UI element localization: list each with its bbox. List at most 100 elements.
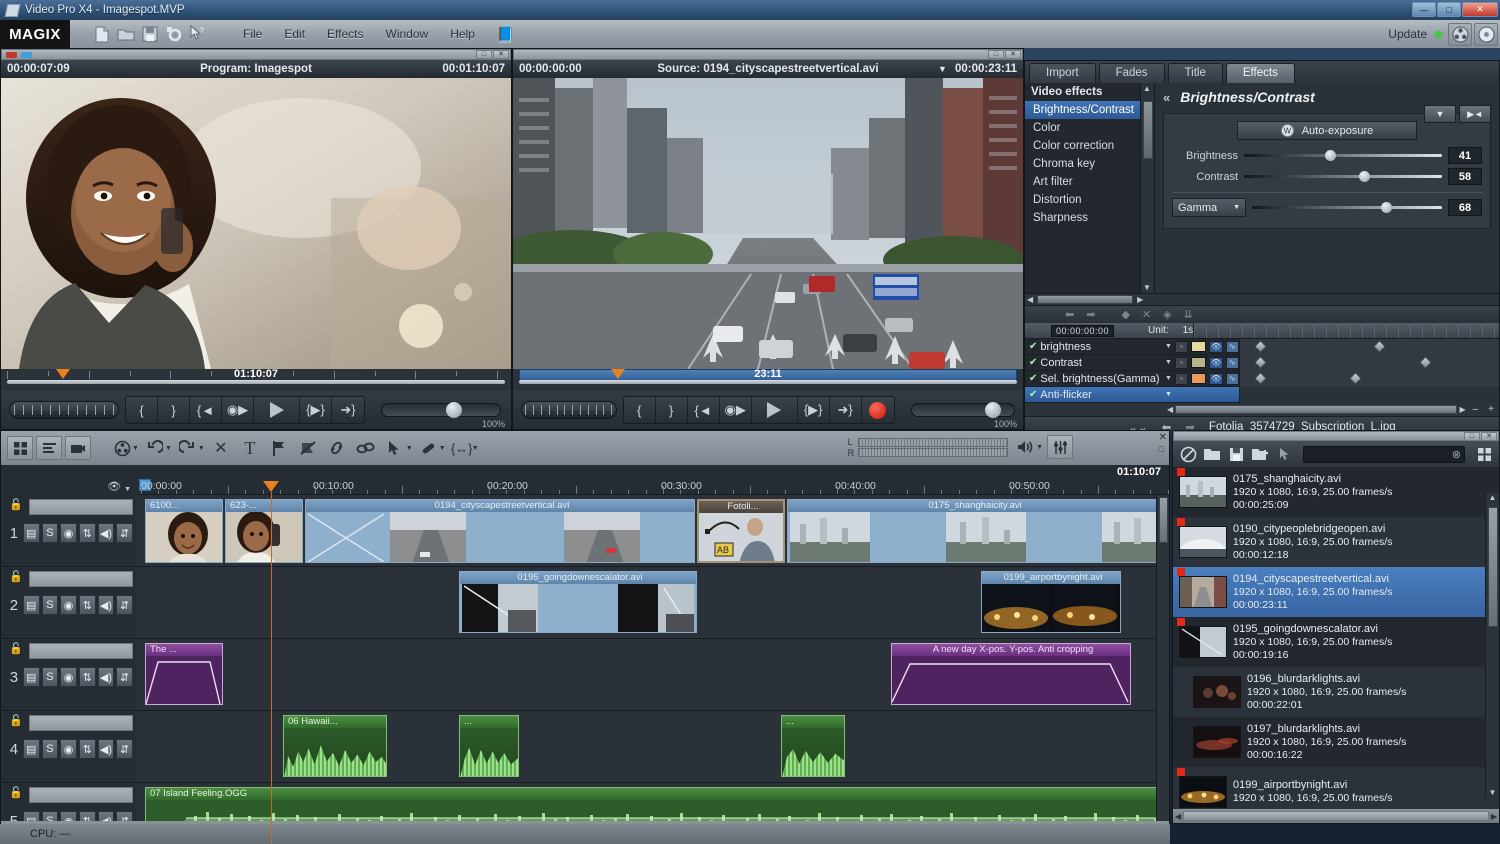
source-to-out-button[interactable]: {▶} bbox=[798, 397, 830, 423]
scene-overview-icon[interactable] bbox=[36, 436, 62, 460]
menu-item-file[interactable]: File bbox=[232, 27, 273, 41]
keyframe-lane-contrast[interactable] bbox=[1239, 355, 1499, 371]
gamma-slider[interactable] bbox=[1252, 206, 1442, 209]
timeline-vscroll-thumb[interactable] bbox=[1159, 497, 1168, 543]
keyframe-keyframe-toggle[interactable]: ▫ bbox=[1175, 357, 1188, 369]
mute-button[interactable]: ▤ bbox=[23, 667, 40, 687]
timeline-track-4[interactable]: 06 Hawaii... ... ... bbox=[137, 711, 1169, 783]
media-item-0[interactable]: 0175_shanghaicity.avi 1920 x 1080, 16:9,… bbox=[1173, 467, 1499, 517]
track-preview-dropdown-icon[interactable]: ▼ bbox=[124, 486, 131, 493]
folder-icon[interactable] bbox=[1202, 444, 1222, 464]
manual-icon[interactable]: 📘 bbox=[486, 26, 525, 43]
source-monitor-caption[interactable]: □ ✕ bbox=[513, 49, 1023, 60]
program-volume-slider[interactable] bbox=[381, 403, 501, 417]
brightness-slider-knob[interactable] bbox=[1325, 150, 1336, 161]
keyframe-zoom-in-icon[interactable]: + bbox=[1483, 404, 1499, 415]
source-monitor-close[interactable]: ✕ bbox=[1005, 50, 1021, 59]
media-item-5[interactable]: 0197_blurdarklights.avi 1920 x 1080, 16:… bbox=[1173, 717, 1499, 767]
link-icon[interactable] bbox=[324, 436, 350, 460]
keyframe-color-swatch[interactable] bbox=[1191, 341, 1206, 352]
timeline-clip[interactable]: ... bbox=[459, 715, 519, 777]
pool-scroll-up-icon[interactable]: ▲ bbox=[1486, 493, 1499, 502]
video-effects-list-header[interactable]: Video effects ▼ bbox=[1025, 83, 1154, 101]
effect-item-distortion[interactable]: Distortion bbox=[1025, 191, 1154, 209]
keyframe-scroll-thumb[interactable] bbox=[1175, 405, 1457, 414]
track-header-1[interactable]: 🔓 1 ▤ S ◉ ⇅ ◀) ⇵ bbox=[1, 495, 137, 567]
program-monitor-maximize[interactable]: □ bbox=[476, 50, 492, 59]
hscroll-left-icon[interactable]: ◀ bbox=[1025, 295, 1035, 304]
level-button[interactable]: ⇵ bbox=[116, 595, 133, 615]
checkbox-checked-icon[interactable]: ✔ bbox=[1029, 389, 1037, 400]
unlink-icon[interactable] bbox=[353, 436, 379, 460]
timeline-clip[interactable]: 623-... bbox=[225, 499, 303, 563]
pool-scroll-down-icon[interactable]: ▼ bbox=[1486, 788, 1499, 797]
preview-button[interactable]: ◉ bbox=[60, 667, 77, 687]
lock-icon[interactable]: 🔓 bbox=[9, 642, 23, 655]
new-file-icon[interactable] bbox=[92, 24, 112, 44]
source-zoom-label[interactable]: 100% bbox=[994, 419, 1017, 429]
source-in-point-button[interactable]: { bbox=[624, 397, 656, 423]
no-import-icon[interactable] bbox=[1178, 444, 1198, 464]
chevron-down-icon[interactable]: ▼ bbox=[1165, 343, 1172, 350]
tab-title[interactable]: Title bbox=[1168, 63, 1223, 83]
timeline-close-icon[interactable]: ✕ bbox=[1159, 432, 1167, 443]
timeline-clip[interactable]: 0175_shanghaicity.avi bbox=[787, 499, 1159, 563]
gamma-dropdown[interactable]: Gamma ▼ bbox=[1172, 198, 1246, 217]
curve-icon[interactable]: ∿ bbox=[1226, 341, 1239, 353]
mute-button[interactable]: ▤ bbox=[23, 739, 40, 759]
source-to-start-button[interactable]: {◄ bbox=[688, 397, 720, 423]
effect-item-sharpness[interactable]: Sharpness bbox=[1025, 209, 1154, 227]
window-close-button[interactable]: ✕ bbox=[1462, 2, 1498, 17]
lock-icon[interactable]: 🔓 bbox=[9, 498, 23, 511]
checkbox-checked-icon[interactable]: ✔ bbox=[1029, 373, 1037, 384]
contrast-slider[interactable] bbox=[1244, 175, 1442, 178]
audio-mute-button[interactable]: ◀) bbox=[98, 595, 115, 615]
program-scrub-bar[interactable]: 01:10:07 bbox=[1, 369, 511, 391]
media-pool-close[interactable]: ✕ bbox=[1481, 432, 1497, 441]
source-prev-button[interactable]: ◉▶ bbox=[720, 397, 752, 423]
track-preview-eye-icon[interactable]: 👁 bbox=[107, 480, 121, 493]
mixer-icon[interactable] bbox=[1047, 435, 1073, 459]
timeline-clip[interactable]: ... bbox=[781, 715, 845, 777]
add-keyframe-icon[interactable]: ◆ bbox=[1121, 308, 1129, 321]
keyframe-keyframe-toggle[interactable]: ▫ bbox=[1175, 373, 1188, 385]
eye-icon[interactable]: 👁 bbox=[1209, 357, 1222, 369]
gamma-value[interactable]: 68 bbox=[1448, 199, 1482, 216]
keyframe-scroll-left-icon[interactable]: ◀ bbox=[1165, 405, 1175, 414]
media-item-1[interactable]: 0190_citypeoplebridgeopen.avi 1920 x 108… bbox=[1173, 517, 1499, 567]
keyframe-marker[interactable] bbox=[1349, 372, 1362, 385]
program-volume-knob[interactable] bbox=[446, 402, 462, 418]
open-folder-icon[interactable] bbox=[116, 24, 136, 44]
program-to-end-button[interactable]: ➜} bbox=[332, 397, 364, 423]
level-button[interactable]: ⇵ bbox=[116, 739, 133, 759]
program-in-point-button[interactable]: { bbox=[126, 397, 158, 423]
audio-mute-button[interactable]: ◀) bbox=[98, 667, 115, 687]
timeline-tracks-area[interactable]: 01:10:07 00:00:00 00:10:00 00:20:00 00:3… bbox=[137, 465, 1169, 843]
chevron-down-icon[interactable]: ▼ bbox=[938, 64, 947, 74]
fx-button[interactable]: ⇅ bbox=[79, 667, 96, 687]
source-jog-wheel[interactable] bbox=[521, 401, 617, 419]
speaker-dropdown-icon[interactable]: ▼ bbox=[1036, 444, 1043, 451]
effect-item-color[interactable]: Color bbox=[1025, 119, 1154, 137]
pool-scroll-thumb[interactable] bbox=[1488, 507, 1498, 627]
lock-icon[interactable]: 🔓 bbox=[9, 714, 23, 727]
timeline-ruler[interactable]: 01:10:07 00:00:00 00:10:00 00:20:00 00:3… bbox=[137, 465, 1169, 495]
grid-view-icon[interactable] bbox=[1474, 444, 1494, 464]
source-to-end-button[interactable]: ➜} bbox=[830, 397, 862, 423]
undo-dropdown-icon[interactable]: ▼ bbox=[165, 445, 172, 452]
effect-item-chroma-key[interactable]: Chroma key bbox=[1025, 155, 1154, 173]
timeline-clip[interactable]: Fotoli... AB bbox=[697, 499, 785, 563]
audio-mute-button[interactable]: ◀) bbox=[98, 523, 115, 543]
menu-item-window[interactable]: Window bbox=[375, 27, 440, 41]
keyframe-marker[interactable] bbox=[1373, 340, 1386, 353]
text-tool-icon[interactable]: T bbox=[237, 436, 263, 460]
clean-tool-dropdown-icon[interactable]: ▼ bbox=[439, 445, 446, 452]
eye-icon[interactable]: 👁 bbox=[1209, 373, 1222, 385]
program-video-view[interactable] bbox=[1, 78, 511, 369]
timeline-maximize-icon[interactable]: □ bbox=[1159, 444, 1167, 454]
effect-reset-button[interactable]: ▶◄ bbox=[1459, 105, 1491, 123]
pool-hscroll-thumb[interactable] bbox=[1183, 811, 1489, 821]
keyframe-keyframe-toggle[interactable]: ▫ bbox=[1175, 341, 1188, 353]
save-icon[interactable] bbox=[1226, 444, 1246, 464]
contrast-slider-knob[interactable] bbox=[1359, 171, 1370, 182]
